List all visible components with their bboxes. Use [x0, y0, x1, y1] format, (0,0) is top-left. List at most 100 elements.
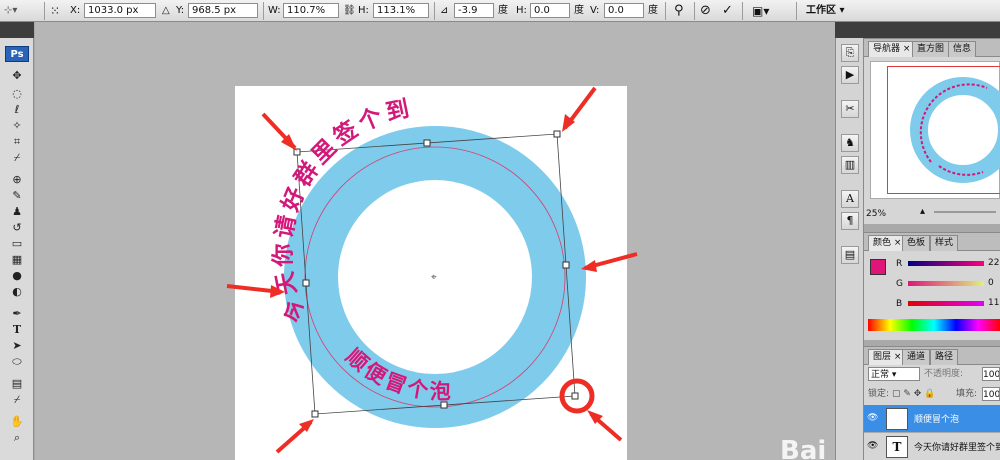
g-value[interactable]: 0: [988, 276, 994, 290]
lasso-tool-icon[interactable]: ℓ: [8, 102, 26, 117]
g-slider[interactable]: [908, 281, 984, 286]
eye-icon[interactable]: 👁: [867, 413, 878, 423]
commit-transform-icon[interactable]: ✓: [722, 3, 733, 19]
zoom-tool-icon[interactable]: ⌕: [8, 430, 26, 445]
color-spectrum-bar[interactable]: [868, 319, 1000, 331]
layer-comps-icon[interactable]: ▤: [841, 246, 859, 264]
collapsed-strip-header[interactable]: [835, 22, 864, 38]
actions-panel-icon[interactable]: ▶: [841, 66, 859, 84]
lock-icons[interactable]: ▢ ✎ ✥ 🔒: [892, 387, 935, 401]
stamp-tool-icon[interactable]: ♟: [8, 204, 26, 219]
y-input[interactable]: 968.5 px: [188, 3, 258, 18]
fill-input[interactable]: 100: [982, 387, 1000, 401]
hskew-input[interactable]: 0.0: [530, 3, 570, 18]
panels-header[interactable]: [864, 22, 1000, 38]
highlight-circle: [559, 378, 595, 414]
delta-icon[interactable]: △: [162, 3, 170, 19]
layer-name: 顺便冒个泡: [914, 415, 960, 425]
y-label: Y:: [176, 5, 185, 16]
path-selection-icon[interactable]: ➤: [8, 338, 26, 353]
eyedropper-3d-icon[interactable]: ⌿: [8, 392, 26, 407]
arrowhead: [581, 260, 597, 272]
history-panel-icon[interactable]: ⎘: [841, 44, 859, 62]
tools-panel-header[interactable]: [0, 22, 34, 38]
zoom-value[interactable]: 25%: [866, 207, 886, 221]
type-tool-icon[interactable]: T: [8, 322, 26, 337]
history-brush-icon[interactable]: ↺: [8, 220, 26, 235]
pen-tool-icon[interactable]: ✒: [8, 306, 26, 321]
tool-presets-icon[interactable]: ✂: [841, 100, 859, 118]
canvas-area[interactable]: ⌖ 今天你请好群里签个到 顺便冒个泡: [35, 22, 835, 460]
layer-row[interactable]: 👁 T 今天你请好群里签个到: [864, 433, 1000, 460]
chevron-down-icon: ▾: [836, 5, 845, 16]
healing-brush-icon[interactable]: ⊕: [8, 172, 26, 187]
zoom-slider[interactable]: [934, 211, 996, 213]
workspace-button[interactable]: 工作区 ▾: [806, 3, 845, 19]
layer-row[interactable]: 👁 T 顺便冒个泡: [864, 405, 1000, 433]
angle-input[interactable]: -3.9: [454, 3, 494, 18]
r-value[interactable]: 22: [988, 256, 999, 270]
w-label: W:: [268, 5, 281, 16]
hand-tool-icon[interactable]: ✋: [8, 414, 26, 429]
x-input[interactable]: 1033.0 px: [84, 3, 156, 18]
blend-mode-select[interactable]: 正常 ▾: [868, 367, 920, 381]
move-tool-icon[interactable]: ✥: [8, 68, 26, 83]
options-bar: ⊹▾ ⁙ X: 1033.0 px △ Y: 968.5 px W: 110.7…: [0, 0, 1000, 22]
notes-tool-icon[interactable]: ▤: [8, 376, 26, 391]
zoom-out-icon[interactable]: ▴: [920, 205, 925, 219]
reference-point-icon[interactable]: ⁙: [50, 3, 60, 19]
navigator-preview[interactable]: [870, 61, 1000, 199]
height-input[interactable]: 113.1%: [373, 3, 429, 18]
warp-icon[interactable]: ⚲: [674, 3, 684, 19]
paragraph-panel-icon[interactable]: ¶: [841, 212, 859, 230]
tab-histogram[interactable]: 直方图: [912, 41, 950, 57]
angle-icon: ⊿: [440, 5, 449, 16]
link-icon[interactable]: ⛓: [343, 3, 356, 19]
tab-channels[interactable]: 通道: [902, 349, 931, 365]
magic-wand-icon[interactable]: ✧: [8, 118, 26, 133]
eye-icon[interactable]: 👁: [867, 441, 878, 451]
h-label: H:: [358, 5, 369, 16]
opacity-input[interactable]: 100: [982, 367, 1000, 381]
angle-unit: 度: [498, 5, 508, 16]
opacity-label: 不透明度:: [924, 369, 964, 379]
layers-panel: 图层 × 通道 路径 正常 ▾ 不透明度: 100 锁定: ▢ ✎ ✥ 🔒 填充…: [864, 346, 1000, 460]
type-layer-thumb: T: [886, 408, 908, 430]
blur-tool-icon[interactable]: ●: [8, 268, 26, 283]
vskew-input[interactable]: 0.0: [604, 3, 644, 18]
fill-label: 填充:: [956, 389, 978, 399]
shape-tool-icon[interactable]: ⬭: [8, 354, 26, 369]
workspace-label: 工作区: [806, 5, 836, 16]
foreground-color-swatch[interactable]: [870, 259, 886, 275]
type-layer-thumb: T: [886, 436, 908, 458]
brushes-panel-icon[interactable]: ▥: [841, 156, 859, 174]
arrowhead: [270, 285, 285, 298]
brush-tool-icon[interactable]: ✎: [8, 188, 26, 203]
tab-color[interactable]: 颜色 ×: [868, 235, 907, 251]
vskew-label: V:: [590, 5, 600, 16]
marquee-tool-icon[interactable]: ◌: [8, 86, 26, 101]
tab-paths[interactable]: 路径: [930, 349, 959, 365]
tab-layers[interactable]: 图层 ×: [868, 349, 907, 365]
bridge-icon[interactable]: ▣▾: [752, 3, 769, 19]
cancel-transform-icon[interactable]: ⊘: [700, 3, 711, 19]
dodge-tool-icon[interactable]: ◐: [8, 284, 26, 299]
hskew-label: H:: [516, 5, 527, 16]
lock-label: 锁定:: [868, 389, 890, 399]
tab-styles[interactable]: 样式: [930, 235, 959, 251]
tab-swatches[interactable]: 色板: [902, 235, 931, 251]
crop-tool-icon[interactable]: ⌗: [8, 134, 26, 149]
character-panel-icon[interactable]: A: [841, 190, 859, 208]
b-value[interactable]: 11: [988, 296, 999, 310]
clone-source-icon[interactable]: ♞: [841, 134, 859, 152]
tab-navigator[interactable]: 导航器 ×: [868, 41, 916, 57]
gradient-tool-icon[interactable]: ▦: [8, 252, 26, 267]
hskew-unit: 度: [574, 5, 584, 16]
eyedropper-icon[interactable]: ⌿: [8, 150, 26, 165]
width-input[interactable]: 110.7%: [283, 3, 339, 18]
eraser-tool-icon[interactable]: ▭: [8, 236, 26, 251]
r-slider[interactable]: [908, 261, 984, 266]
b-slider[interactable]: [908, 301, 984, 306]
tab-info[interactable]: 信息: [948, 41, 977, 57]
tool-preset-icon[interactable]: ⊹▾: [4, 3, 17, 19]
